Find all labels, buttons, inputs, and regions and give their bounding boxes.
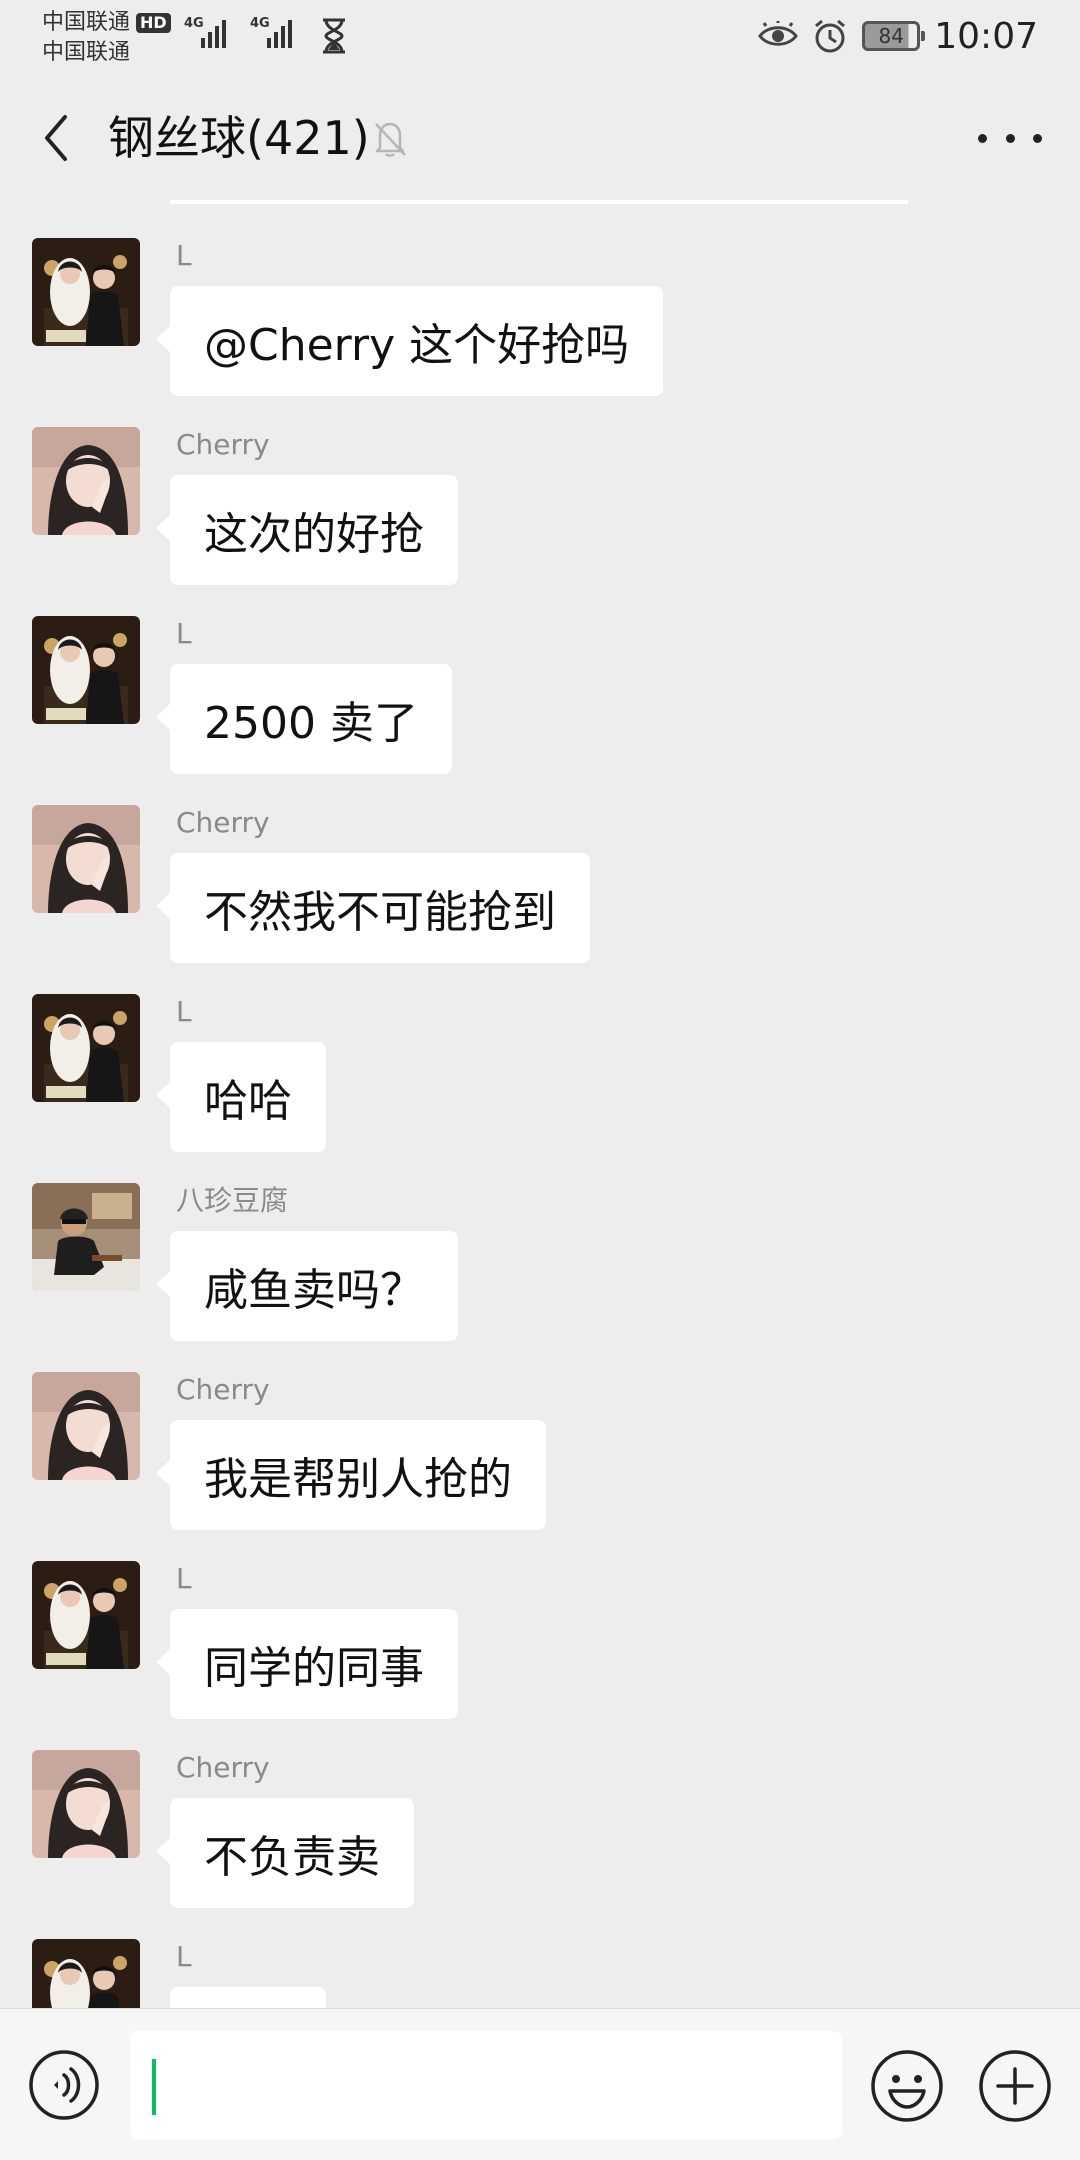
sender-name: Cherry — [176, 1751, 270, 1784]
message-row: 八珍豆腐咸鱼卖吗？ — [0, 1149, 1080, 1341]
sender-name: L — [176, 617, 192, 650]
text-caret — [152, 2059, 156, 2115]
message-bubble[interactable]: 2500 卖了 — [156, 664, 452, 774]
chevron-left-icon — [45, 115, 67, 161]
message-bubble[interactable]: 我是帮别人抢的 — [156, 1420, 546, 1530]
input-bar — [0, 2008, 1080, 2160]
message-bubble[interactable]: 哈哈 — [156, 1042, 326, 1152]
signal-icon: 4G — [184, 16, 240, 48]
signal-icon: 4G — [250, 16, 306, 48]
avatar[interactable] — [32, 1183, 140, 1291]
message-bubble[interactable]: @Cherry 这个好抢吗 — [155, 286, 664, 396]
message-bubble[interactable]: 这次的好抢 — [156, 475, 458, 585]
message-bubble[interactable] — [170, 1987, 326, 2008]
message-row: L 2500 卖了 — [0, 582, 1080, 774]
avatar[interactable] — [32, 1372, 140, 1480]
avatar[interactable] — [32, 238, 140, 346]
avatar[interactable] — [32, 616, 140, 724]
avatar[interactable] — [32, 805, 140, 913]
alarm-icon — [815, 19, 846, 53]
title-bar: 钢丝球(421) — [0, 72, 1080, 202]
sender-name: L — [176, 1562, 192, 1595]
sender-name: L — [176, 995, 192, 1028]
eye-comfort-icon — [758, 21, 799, 46]
status-bar: 中国联通 HD 中国联通 4G 4G 84 10:07 — [0, 0, 1080, 72]
chat-title: 钢丝球(421) — [108, 111, 370, 165]
message-bubble[interactable]: 不然我不可能抢到 — [156, 853, 590, 963]
message-list[interactable]: L @Cherry 这个好抢吗 Cherry 这次的好抢 L 2500 卖了 Cherry 不… — [0, 204, 1080, 2008]
message-bubble[interactable]: 咸鱼卖吗？ — [156, 1231, 458, 1341]
avatar[interactable] — [32, 994, 140, 1102]
sender-name: L — [176, 239, 192, 272]
message-row: Cherry 不负责卖 — [0, 1716, 1080, 1908]
message-row: L 同学的同事 — [0, 1527, 1080, 1719]
carrier-info: 中国联通 HD 中国联通 — [42, 8, 171, 68]
clock: 10:07 — [934, 15, 1038, 57]
battery-icon: 84 — [862, 21, 926, 51]
network-type-2: 4G — [250, 16, 270, 31]
avatar[interactable] — [32, 427, 140, 535]
carrier-1: 中国联通 — [42, 10, 131, 35]
hd-badge: HD — [136, 13, 171, 33]
back-button[interactable] — [30, 110, 82, 166]
message-bubble[interactable]: 同学的同事 — [156, 1609, 458, 1719]
battery-level: 84 — [878, 24, 904, 48]
message-input[interactable] — [130, 2031, 842, 2139]
avatar[interactable] — [32, 1939, 140, 2008]
avatar[interactable] — [32, 1750, 140, 1858]
network-type-1: 4G — [184, 16, 204, 31]
emoji-icon[interactable] — [870, 2049, 944, 2123]
voice-icon[interactable] — [28, 2049, 100, 2121]
message-bubble[interactable]: 不负责卖 — [156, 1798, 414, 1908]
message-row: L @Cherry 这个好抢吗 — [0, 204, 1080, 396]
sender-name: Cherry — [176, 1373, 270, 1406]
message-row: L — [0, 1905, 1080, 2008]
sender-name: L — [176, 1940, 192, 1973]
status-right: 84 10:07 — [758, 12, 1038, 60]
message-row: Cherry 我是帮别人抢的 — [0, 1338, 1080, 1530]
signal-indicators: 4G 4G — [184, 16, 306, 48]
sender-name: Cherry — [176, 806, 270, 839]
more-button[interactable] — [978, 116, 1042, 160]
more-icon — [978, 133, 987, 143]
message-row: L 哈哈 — [0, 960, 1080, 1152]
message-row: Cherry 这次的好抢 — [0, 393, 1080, 585]
avatar[interactable] — [32, 1561, 140, 1669]
carrier-2: 中国联通 — [42, 40, 131, 65]
sender-name: 八珍豆腐 — [176, 1184, 289, 1217]
sender-name: Cherry — [176, 428, 270, 461]
message-row: Cherry 不然我不可能抢到 — [0, 771, 1080, 963]
bell-off-icon — [375, 122, 406, 157]
hourglass-icon — [323, 18, 345, 54]
plus-icon[interactable] — [978, 2049, 1052, 2123]
chat-screen: 中国联通 HD 中国联通 4G 4G 84 10:07 钢丝球(421) L @… — [0, 0, 1080, 2160]
